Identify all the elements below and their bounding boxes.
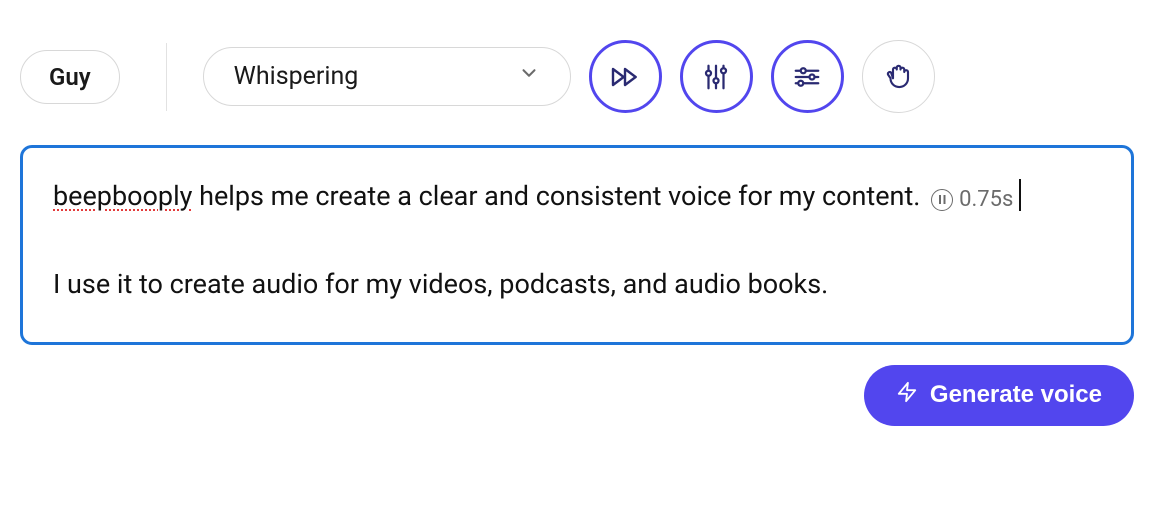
generate-voice-button[interactable]: Generate voice xyxy=(864,365,1134,426)
chevron-down-icon xyxy=(518,62,540,91)
pause-duration-label: 0.75s xyxy=(959,181,1013,218)
hand-button[interactable] xyxy=(862,40,935,113)
toolbar: Guy Whispering xyxy=(20,20,1134,117)
generate-voice-label: Generate voice xyxy=(930,381,1102,409)
pause-icon xyxy=(931,189,953,211)
settings-button[interactable] xyxy=(771,40,844,113)
voice-name-label: Guy xyxy=(49,63,91,91)
style-selected-label: Whispering xyxy=(234,62,359,91)
style-select[interactable]: Whispering xyxy=(203,47,571,106)
footer: Generate voice xyxy=(20,365,1134,426)
toolbar-divider xyxy=(166,43,167,111)
voice-chip[interactable]: Guy xyxy=(20,50,120,104)
pitch-button[interactable] xyxy=(680,40,753,113)
pause-chip[interactable]: 0.75s xyxy=(931,181,1013,218)
text-editor[interactable]: beepbooply helps me create a clear and c… xyxy=(20,145,1134,345)
editor-paragraph-2: I use it to create audio for my videos, … xyxy=(53,262,1101,308)
pitch-sliders-icon xyxy=(701,62,731,92)
speed-button[interactable] xyxy=(589,40,662,113)
spellcheck-error-word: beepbooply xyxy=(53,180,192,212)
paragraph-1-text: helps me create a clear and consistent v… xyxy=(192,180,920,212)
settings-sliders-icon xyxy=(792,62,822,92)
lightning-icon xyxy=(896,381,918,410)
text-cursor xyxy=(1019,179,1021,211)
editor-paragraph-1: beepbooply helps me create a clear and c… xyxy=(53,174,1101,220)
speed-icon xyxy=(609,61,641,93)
hand-icon xyxy=(883,62,913,92)
